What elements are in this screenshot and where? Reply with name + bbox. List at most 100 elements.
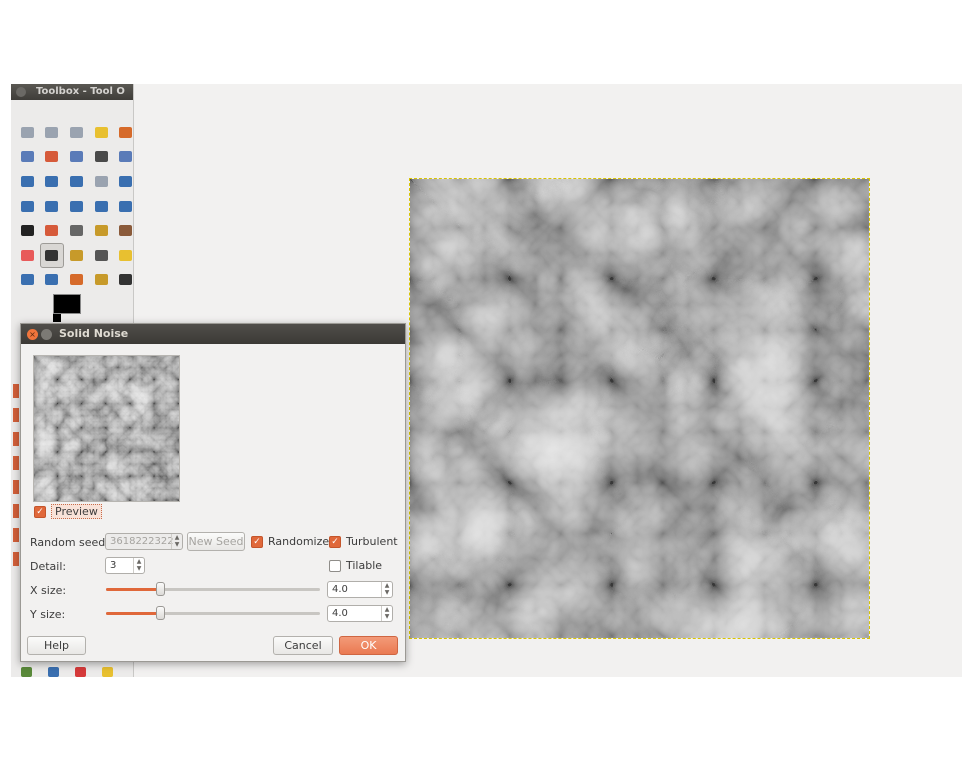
tool-button[interactable] bbox=[89, 218, 114, 243]
turbulent-label: Turbulent bbox=[346, 535, 398, 548]
tool-icon bbox=[119, 200, 133, 212]
tool-button[interactable] bbox=[113, 268, 138, 293]
tool-icon bbox=[69, 249, 83, 261]
close-icon[interactable]: × bbox=[27, 329, 38, 340]
tool-button[interactable] bbox=[15, 268, 40, 293]
ok-button[interactable]: OK bbox=[339, 636, 398, 655]
tool-button[interactable] bbox=[64, 268, 89, 293]
tool-button[interactable] bbox=[64, 120, 89, 145]
x-size-spin-icon[interactable]: ▲ ▼ bbox=[381, 582, 392, 597]
tool-icon bbox=[45, 126, 59, 138]
tilable-label: Tilable bbox=[346, 559, 383, 572]
tool-button[interactable] bbox=[40, 194, 65, 219]
tool-button[interactable] bbox=[15, 145, 40, 170]
tool-button[interactable] bbox=[40, 145, 65, 170]
help-button[interactable]: Help bbox=[27, 636, 86, 655]
detail-input[interactable]: 3 ▲ ▼ bbox=[105, 557, 145, 574]
cancel-button[interactable]: Cancel bbox=[273, 636, 333, 655]
tool-button[interactable] bbox=[40, 218, 65, 243]
tool-button[interactable] bbox=[64, 243, 89, 268]
minimize-icon[interactable] bbox=[41, 329, 52, 340]
tool-button[interactable] bbox=[113, 194, 138, 219]
restore-options-icon[interactable] bbox=[48, 667, 59, 677]
tool-icon bbox=[119, 175, 133, 187]
tool-button[interactable] bbox=[89, 145, 114, 170]
tool-button[interactable] bbox=[15, 120, 40, 145]
foreground-color-swatch[interactable] bbox=[53, 294, 81, 314]
tool-button[interactable] bbox=[89, 268, 114, 293]
randomize-check-icon: ✓ bbox=[251, 535, 263, 548]
tilable-checkbox[interactable]: Tilable bbox=[329, 559, 382, 572]
preview-checkbox[interactable]: ✓ Preview bbox=[34, 504, 102, 519]
toolbox-close-icon[interactable] bbox=[16, 87, 26, 97]
tool-grid bbox=[15, 120, 138, 292]
y-size-slider-fill bbox=[106, 612, 160, 615]
tool-icon bbox=[69, 126, 83, 138]
tool-button[interactable] bbox=[113, 145, 138, 170]
tool-icon bbox=[119, 151, 133, 163]
tool-button[interactable] bbox=[64, 145, 89, 170]
tool-button[interactable] bbox=[89, 120, 114, 145]
default-colors-icon[interactable] bbox=[53, 314, 61, 322]
tool-button[interactable] bbox=[89, 169, 114, 194]
tilable-check-icon bbox=[329, 559, 341, 572]
detail-spin-icon[interactable]: ▲ ▼ bbox=[133, 558, 144, 573]
tool-icon bbox=[20, 126, 34, 138]
randomize-checkbox[interactable]: ✓ Randomize bbox=[251, 535, 329, 548]
tool-icon bbox=[45, 200, 59, 212]
tool-button[interactable] bbox=[15, 194, 40, 219]
tool-icon bbox=[119, 249, 133, 261]
new-seed-button[interactable]: New Seed bbox=[187, 532, 245, 551]
save-options-icon[interactable] bbox=[21, 667, 32, 677]
x-size-slider[interactable] bbox=[106, 582, 320, 596]
tool-button[interactable] bbox=[15, 243, 40, 268]
tool-button[interactable] bbox=[113, 120, 138, 145]
tool-button[interactable] bbox=[113, 169, 138, 194]
dialog-title: Solid Noise bbox=[21, 324, 405, 344]
tool-icon bbox=[69, 175, 83, 187]
tool-button[interactable] bbox=[39, 242, 65, 268]
random-seed-spin-icon[interactable]: ▲ ▼ bbox=[171, 534, 182, 549]
tool-button[interactable] bbox=[64, 194, 89, 219]
toolbox-bottom-icons bbox=[21, 667, 113, 677]
tool-button[interactable] bbox=[113, 218, 138, 243]
tool-button[interactable] bbox=[40, 120, 65, 145]
tool-button[interactable] bbox=[40, 268, 65, 293]
tool-button[interactable] bbox=[89, 194, 114, 219]
randomize-label: Randomize bbox=[268, 535, 330, 548]
tool-icon bbox=[119, 225, 133, 237]
image-canvas[interactable] bbox=[409, 178, 870, 639]
y-size-spin-icon[interactable]: ▲ ▼ bbox=[381, 606, 392, 621]
turbulent-check-icon: ✓ bbox=[329, 535, 341, 548]
reset-options-icon[interactable] bbox=[102, 667, 113, 677]
preview-label: Preview bbox=[51, 504, 102, 519]
tool-icon bbox=[94, 200, 108, 212]
tool-icon bbox=[20, 274, 34, 286]
tool-button[interactable] bbox=[64, 218, 89, 243]
tool-button[interactable] bbox=[113, 243, 138, 268]
tool-button[interactable] bbox=[40, 169, 65, 194]
tool-icon bbox=[45, 274, 59, 286]
random-seed-input[interactable]: 3618222322 ▲ ▼ bbox=[105, 533, 183, 550]
tool-button[interactable] bbox=[15, 218, 40, 243]
tool-icon bbox=[69, 200, 83, 212]
y-size-slider-handle[interactable] bbox=[155, 606, 165, 620]
tool-button[interactable] bbox=[15, 169, 40, 194]
y-size-input[interactable]: 4.0 ▲ ▼ bbox=[327, 605, 393, 622]
turbulent-checkbox[interactable]: ✓ Turbulent bbox=[329, 535, 398, 548]
tool-icon bbox=[20, 175, 34, 187]
preview-thumbnail bbox=[33, 355, 180, 502]
tool-icon bbox=[94, 225, 108, 237]
delete-options-icon[interactable] bbox=[75, 667, 86, 677]
tool-icon bbox=[94, 249, 108, 261]
x-size-label: X size: bbox=[30, 584, 67, 597]
y-size-slider[interactable] bbox=[106, 606, 320, 620]
tool-icon bbox=[119, 126, 133, 138]
x-size-slider-handle[interactable] bbox=[155, 582, 165, 596]
tool-icon bbox=[94, 126, 108, 138]
tool-button[interactable] bbox=[64, 169, 89, 194]
tool-icon bbox=[94, 175, 108, 187]
tool-button[interactable] bbox=[89, 243, 114, 268]
x-size-input[interactable]: 4.0 ▲ ▼ bbox=[327, 581, 393, 598]
tool-icon bbox=[69, 225, 83, 237]
